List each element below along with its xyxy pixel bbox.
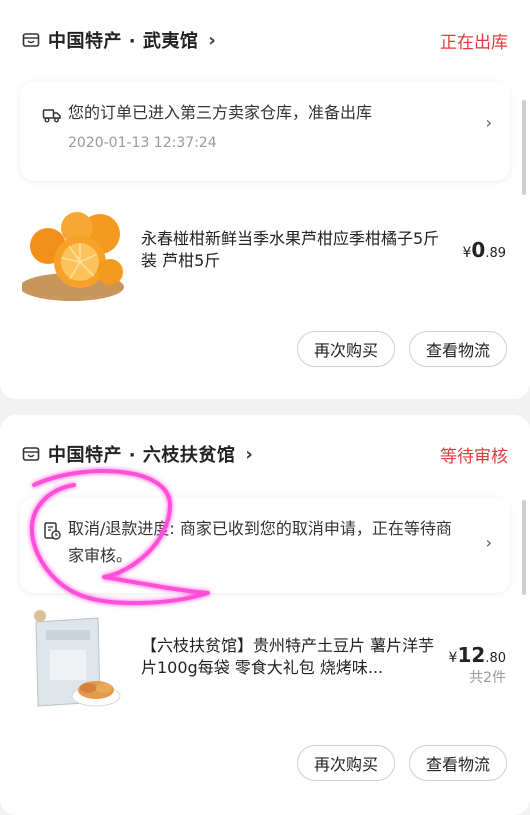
- logistics-time: 2020-01-13 12:37:24: [68, 135, 217, 151]
- product-title[interactable]: 永春椪柑新鲜当季水果芦柑应季柑橘子5斤装 芦柑5斤: [141, 228, 441, 272]
- order-status: 正在出库: [440, 32, 508, 53]
- order-card: 中国特产 · 六枝扶贫馆 › 等待审核 取消/退款进度: 商家已收到您的取消申请…: [0, 415, 530, 815]
- product-price: ¥12.80: [448, 643, 506, 667]
- chevron-right-icon: ›: [208, 29, 216, 51]
- logistics-text: 您的订单已进入第三方卖家仓库，准备出库: [68, 103, 373, 122]
- product-title[interactable]: 【六枝扶贫馆】贵州特产土豆片 薯片洋芋片100g每袋 零食大礼包 烧烤味...: [141, 635, 436, 679]
- chevron-right-icon: ›: [245, 443, 253, 465]
- refund-progress-text: 取消/退款进度: 商家已收到您的取消申请，正在等待商 家审核。: [68, 515, 488, 569]
- product-quantity: 共2件: [469, 670, 506, 686]
- refund-progress-label: 取消/退款进度:: [68, 519, 175, 538]
- logistics-info-box[interactable]: 您的订单已进入第三方卖家仓库，准备出库 2020-01-13 12:37:24 …: [20, 81, 510, 181]
- scrollbar[interactable]: [522, 100, 526, 195]
- truck-icon: [42, 109, 61, 123]
- order-status: 等待审核: [440, 446, 508, 467]
- chevron-right-icon: ›: [485, 533, 492, 552]
- shop-header[interactable]: 中国特产 · 武夷馆 › 正在出库: [22, 25, 508, 55]
- view-logistics-button[interactable]: 查看物流: [409, 331, 507, 367]
- refund-progress-message-cont: 家审核。: [68, 546, 133, 565]
- view-logistics-button[interactable]: 查看物流: [409, 745, 507, 781]
- refund-progress-message: 商家已收到您的取消申请，正在等待商: [179, 519, 452, 538]
- refund-info-box[interactable]: 取消/退款进度: 商家已收到您的取消申请，正在等待商 家审核。 ›: [20, 497, 510, 593]
- order-card: 中国特产 · 武夷馆 › 正在出库 您的订单已进入第三方卖家仓库，准备出库 20…: [0, 0, 530, 399]
- buy-again-button[interactable]: 再次购买: [297, 331, 395, 367]
- chevron-right-icon: ›: [485, 113, 492, 132]
- product-image-oranges[interactable]: [22, 202, 126, 306]
- shop-icon: [22, 447, 40, 461]
- product-price: ¥0.89: [462, 238, 506, 262]
- shop-name: 中国特产 · 武夷馆: [48, 31, 199, 52]
- buy-again-button[interactable]: 再次购买: [297, 745, 395, 781]
- shop-name: 中国特产 · 六枝扶贫馆: [48, 445, 236, 466]
- product-image-potato-chips[interactable]: [22, 610, 126, 714]
- shop-header[interactable]: 中国特产 · 六枝扶贫馆 › 等待审核: [22, 439, 508, 469]
- refund-icon: [44, 522, 61, 540]
- scrollbar[interactable]: [522, 500, 526, 595]
- shop-icon: [22, 33, 40, 47]
